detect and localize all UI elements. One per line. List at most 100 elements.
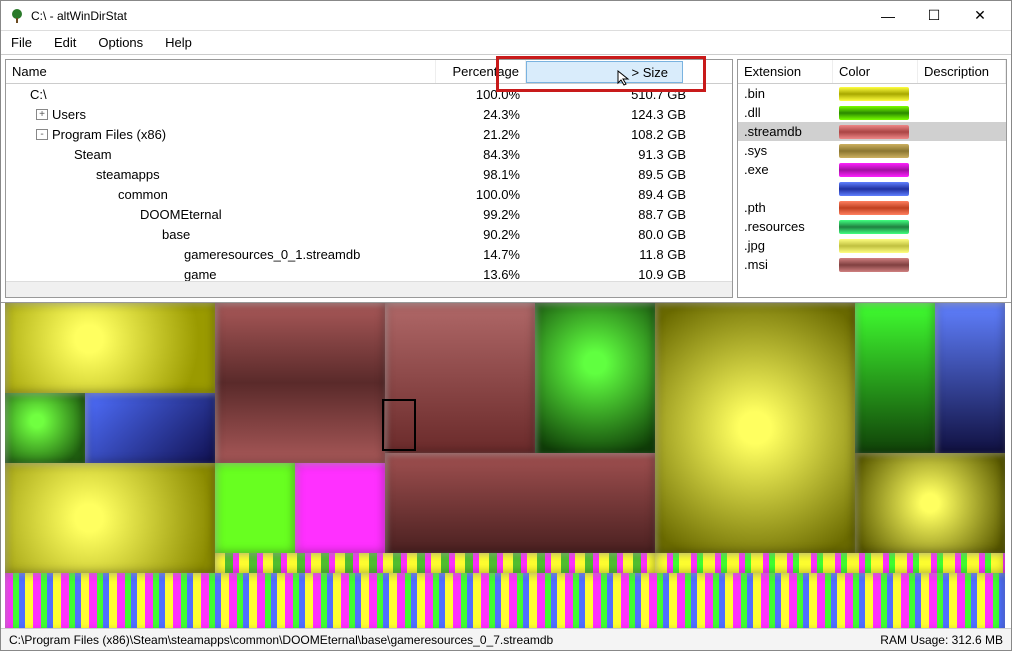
tree-row-pct: 100.0% (436, 187, 526, 202)
tree-row-size: 108.2 GB (526, 127, 706, 142)
treemap-block[interactable] (5, 573, 1005, 628)
tree-row[interactable]: common 100.0%89.4 GB (6, 184, 732, 204)
tree-row-pct: 21.2% (436, 127, 526, 142)
ext-row[interactable]: .dll (738, 103, 1006, 122)
col-percentage[interactable]: Percentage (436, 60, 526, 83)
status-ram: RAM Usage: 312.6 MB (880, 633, 1003, 647)
color-swatch (839, 258, 909, 272)
treemap-block[interactable] (855, 303, 935, 453)
tree-row-size: 510.7 GB (526, 87, 706, 102)
tree-row[interactable]: game13.6%10.9 GB (6, 264, 732, 281)
col-extension[interactable]: Extension (738, 60, 833, 83)
maximize-button[interactable]: ☐ (911, 1, 957, 31)
treemap-block[interactable] (5, 393, 85, 463)
tree-body[interactable]: C:\100.0%510.7 GB+Users24.3%124.3 GB-Pro… (6, 84, 732, 281)
color-swatch (839, 201, 909, 215)
tree-row-name: Users (52, 107, 86, 122)
statusbar: C:\Program Files (x86)\Steam\steamapps\c… (1, 628, 1011, 650)
ext-name: .bin (744, 86, 839, 101)
close-button[interactable]: ✕ (957, 1, 1003, 31)
color-swatch (839, 106, 909, 120)
tree-row[interactable]: base90.2%80.0 GB (6, 224, 732, 244)
treemap-block[interactable] (385, 453, 655, 553)
ext-row[interactable]: .exe (738, 160, 1006, 179)
window-title: C:\ - altWinDirStat (31, 9, 865, 23)
col-description[interactable]: Description (918, 60, 1006, 83)
ext-name: .pth (744, 200, 839, 215)
expander-icon[interactable]: + (36, 109, 48, 120)
menu-edit[interactable]: Edit (50, 33, 80, 52)
ext-row[interactable]: .resources (738, 217, 1006, 236)
status-path: C:\Program Files (x86)\Steam\steamapps\c… (9, 633, 880, 647)
size-header-sorted[interactable]: > Size (526, 61, 683, 83)
tree-row-size: 89.5 GB (526, 167, 706, 182)
ext-name: .dll (744, 105, 839, 120)
tree-row-name: gameresources_0_1.streamdb (184, 247, 360, 262)
tree-row[interactable]: +Users24.3%124.3 GB (6, 104, 732, 124)
tree-row-pct: 100.0% (436, 87, 526, 102)
ext-row[interactable]: .msi (738, 255, 1006, 274)
tree-row-size: 89.4 GB (526, 187, 706, 202)
treemap-block[interactable] (5, 303, 215, 393)
tree-row-name: common (118, 187, 168, 202)
ext-row[interactable]: .jpg (738, 236, 1006, 255)
tree-row[interactable]: gameresources_0_1.streamdb 14.7%11.8 GB (6, 244, 732, 264)
tree-row-size: 11.8 GB (526, 247, 706, 262)
menu-file[interactable]: File (7, 33, 36, 52)
treemap-block[interactable] (855, 453, 1005, 553)
color-swatch (839, 163, 909, 177)
treemap-block[interactable] (85, 393, 215, 463)
tree-row-size: 91.3 GB (526, 147, 706, 162)
color-swatch (839, 220, 909, 234)
tree-row[interactable]: steamapps 98.1%89.5 GB (6, 164, 732, 184)
app-icon (9, 8, 25, 24)
treemap-block[interactable] (5, 463, 215, 573)
col-name[interactable]: Name (6, 60, 436, 83)
treemap[interactable] (5, 303, 1007, 628)
treemap-block[interactable] (295, 463, 385, 553)
tree-row-pct: 98.1% (436, 167, 526, 182)
ext-body[interactable]: .bin .dll .streamdb .sys .exe .pth .resources.… (738, 84, 1006, 297)
ext-name: .sys (744, 143, 839, 158)
tree-header: Name Percentage > Size (6, 60, 732, 84)
tree-row[interactable]: -Program Files (x86)21.2%108.2 GB (6, 124, 732, 144)
tree-scroll-h[interactable] (6, 281, 732, 297)
tree-row[interactable]: DOOMEternal99.2%88.7 GB (6, 204, 732, 224)
treemap-block[interactable] (215, 303, 385, 463)
treemap-block[interactable] (655, 553, 1005, 573)
tree-row-name: Steam (74, 147, 112, 162)
ext-row[interactable]: .streamdb (738, 122, 1006, 141)
menu-options[interactable]: Options (94, 33, 147, 52)
ext-name: .streamdb (744, 124, 839, 139)
tree-pane: Name Percentage > Size C:\100.0%510.7 GB… (5, 59, 733, 298)
treemap-block[interactable] (655, 303, 855, 553)
tree-row-name: game (184, 267, 217, 282)
expander-icon[interactable]: - (36, 129, 48, 140)
treemap-block[interactable] (935, 303, 1005, 453)
col-color[interactable]: Color (833, 60, 918, 83)
ext-row[interactable]: .pth (738, 198, 1006, 217)
ext-row[interactable]: .bin (738, 84, 1006, 103)
minimize-button[interactable]: — (865, 1, 911, 31)
col-size[interactable]: > Size (526, 60, 706, 83)
menubar: File Edit Options Help (1, 31, 1011, 55)
ext-name: .resources (744, 219, 839, 234)
tree-row-size: 88.7 GB (526, 207, 706, 222)
treemap-selection (382, 399, 416, 451)
treemap-block[interactable] (535, 303, 655, 453)
ext-name: .jpg (744, 238, 839, 253)
tree-row-name: steamapps (96, 167, 160, 182)
treemap-block[interactable] (215, 553, 655, 573)
treemap-block[interactable] (215, 463, 295, 553)
color-swatch (839, 182, 909, 196)
tree-row-pct: 99.2% (436, 207, 526, 222)
ext-row[interactable]: .sys (738, 141, 1006, 160)
menu-help[interactable]: Help (161, 33, 196, 52)
tree-row[interactable]: C:\100.0%510.7 GB (6, 84, 732, 104)
titlebar[interactable]: C:\ - altWinDirStat — ☐ ✕ (1, 1, 1011, 31)
ext-row[interactable] (738, 179, 1006, 198)
ext-header: Extension Color Description (738, 60, 1006, 84)
tree-row-pct: 14.7% (436, 247, 526, 262)
tree-row-size: 124.3 GB (526, 107, 706, 122)
tree-row[interactable]: Steam84.3%91.3 GB (6, 144, 732, 164)
